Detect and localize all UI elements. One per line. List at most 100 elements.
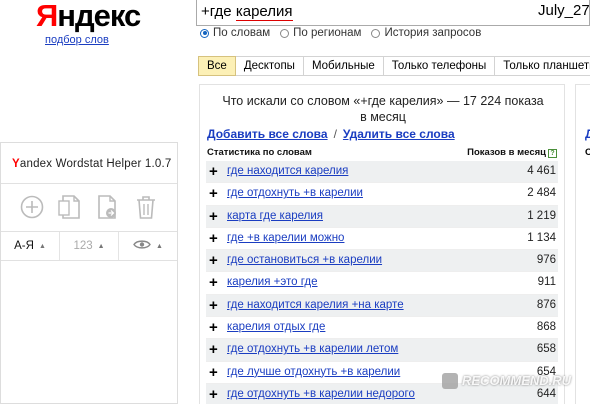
impressions-count: 976 <box>536 254 556 267</box>
watermark-icon <box>442 373 458 389</box>
table-row: + карта где карелия 1 219 <box>206 205 558 228</box>
impressions-count: 4 461 <box>527 165 556 177</box>
add-keyword-icon[interactable]: + <box>209 297 218 314</box>
yandex-logo[interactable]: Яндекс <box>36 0 141 34</box>
radio-query-history[interactable]: История запросов <box>371 26 481 40</box>
trash-icon[interactable] <box>133 193 159 221</box>
add-circle-icon[interactable] <box>19 193 45 221</box>
table-header: Статистика по словам Показов в месяц? <box>207 147 557 158</box>
tab-phones-only[interactable]: Только телефоны <box>383 56 496 76</box>
keyword-link[interactable]: карелия +это где <box>227 276 318 288</box>
impressions-count: 644 <box>536 387 556 400</box>
bulk-actions: Добавить все слова / Удалить все слова <box>207 127 455 141</box>
add-keyword-icon[interactable]: + <box>209 252 218 269</box>
keyword-link[interactable]: где остановиться +в карелии <box>227 254 382 266</box>
sort-arrow-icon: ▲ <box>156 242 163 250</box>
table-row: + где находится карелия +на карте 876 <box>206 294 558 318</box>
related-queries-panel: Д С <box>575 84 590 404</box>
sort-arrow-icon: ▲ <box>97 242 105 250</box>
keyword-table: + где находится карелия 4 461 + где отдохну… <box>206 161 558 404</box>
add-keyword-icon[interactable]: + <box>209 274 218 291</box>
results-panel: Что искали со словом «+где карелия» — 17… <box>199 84 565 404</box>
help-icon[interactable]: ? <box>548 149 557 158</box>
related-panel-header-cutoff: С <box>585 147 590 158</box>
keyword-link[interactable]: карелия отдых где <box>227 321 325 333</box>
tab-desktops[interactable]: Десктопы <box>235 56 304 76</box>
sort-alpha-label: А-Я <box>14 240 34 252</box>
search-input[interactable]: +где карелия <box>201 3 293 21</box>
sort-count-button[interactable]: 123 ▲ <box>60 232 119 260</box>
table-row: + где отдохнуть +в карелии 2 484 <box>206 183 558 206</box>
remove-all-words-link[interactable]: Удалить все слова <box>343 127 455 141</box>
tab-mobile[interactable]: Мобильные <box>303 56 384 76</box>
keyword-link[interactable]: где +в карелии можно <box>227 232 344 244</box>
table-row: + где остановиться +в карелии 976 <box>206 250 558 273</box>
col-keywords-header: Статистика по словам <box>207 147 312 158</box>
table-row: + карелия +это где 911 <box>206 272 558 295</box>
radio-dot <box>371 28 381 38</box>
keyword-link[interactable]: карта где карелия <box>227 210 323 222</box>
helper-title-first: Y <box>12 158 20 170</box>
related-panel-link-cutoff[interactable]: Д <box>585 127 590 141</box>
impressions-count: 911 <box>537 276 556 289</box>
add-keyword-icon[interactable]: + <box>209 364 218 381</box>
impressions-count: 2 484 <box>527 187 556 200</box>
col-count-header: Показов в месяц? <box>467 147 557 158</box>
table-row: + где отдохнуть +в карелии летом 658 <box>206 339 558 362</box>
table-row: + карелия отдых где 868 <box>206 317 558 340</box>
keyword-link[interactable]: где отдохнуть +в карелии недорого <box>227 388 415 400</box>
logo-first-letter: Я <box>36 0 58 33</box>
export-icon[interactable] <box>95 193 121 221</box>
copy-icon[interactable] <box>57 193 83 221</box>
radio-label: По словам <box>213 27 271 39</box>
wordstat-helper-panel: Yandex Wordstat Helper 1.0.7 А-Я ▲ 123 ▲ ▲ <box>0 142 178 404</box>
eye-icon <box>133 239 151 253</box>
keyword-link[interactable]: где находится карелия +на карте <box>227 299 404 311</box>
impressions-count: 876 <box>536 298 556 311</box>
helper-title: Yandex Wordstat Helper 1.0.7 <box>12 158 171 170</box>
add-keyword-icon[interactable]: + <box>209 208 218 225</box>
add-keyword-icon[interactable]: + <box>209 163 218 180</box>
add-keyword-icon[interactable]: + <box>209 185 218 202</box>
watermark: RECOMMEND.RU <box>462 373 572 388</box>
keyword-link[interactable]: где лучше отдохнуть +в карелии <box>227 366 400 378</box>
search-field[interactable]: +где карелия <box>196 0 590 26</box>
add-all-words-link[interactable]: Добавить все слова <box>207 127 328 141</box>
results-heading-line1: Что искали со словом «+где карелия» — 17… <box>222 94 544 108</box>
radio-by-regions[interactable]: По регионам <box>280 26 361 40</box>
radio-by-words[interactable]: По словам <box>200 26 270 40</box>
results-heading-line2: в месяц <box>360 110 406 124</box>
radio-dot <box>200 28 209 38</box>
impressions-count: 868 <box>536 321 556 334</box>
keyword-link[interactable]: где отдохнуть +в карелии <box>227 187 363 199</box>
radio-label: История запросов <box>384 27 482 39</box>
keyword-link[interactable]: где отдохнуть +в карелии летом <box>227 343 398 355</box>
add-keyword-icon[interactable]: + <box>209 386 218 403</box>
keyword-link[interactable]: где находится карелия <box>227 165 348 177</box>
impressions-count: 1 219 <box>527 209 556 222</box>
helper-sort-bar: А-Я ▲ 123 ▲ ▲ <box>1 231 177 261</box>
tab-tablets-only[interactable]: Только планшеты <box>495 56 590 76</box>
device-tabs: Все Десктопы Мобильные Только телефоны Т… <box>198 56 590 76</box>
col-count-label: Показов в месяц <box>467 147 546 158</box>
radio-dot <box>280 28 290 38</box>
add-keyword-icon[interactable]: + <box>209 230 218 247</box>
impressions-count: 1 134 <box>527 231 556 244</box>
table-row: + где +в карелии можно 1 134 <box>206 228 558 251</box>
wordstat-link[interactable]: подбор слов <box>45 34 109 46</box>
sort-visibility-button[interactable]: ▲ <box>119 232 177 260</box>
divider <box>1 183 177 184</box>
add-keyword-icon[interactable]: + <box>209 319 218 336</box>
search-mode-radios: По словам По регионам История запросов <box>200 26 491 40</box>
sort-alpha-button[interactable]: А-Я ▲ <box>1 232 60 260</box>
separator: / <box>333 127 337 141</box>
date-label: July_27 <box>538 2 590 19</box>
tab-all[interactable]: Все <box>198 56 236 76</box>
add-keyword-icon[interactable]: + <box>209 341 218 358</box>
sort-count-label: 123 <box>73 240 93 252</box>
table-row: + где находится карелия 4 461 <box>206 161 558 184</box>
results-heading: Что искали со словом «+где карелия» — 17… <box>200 93 566 125</box>
search-query-prefix: +где <box>201 3 236 20</box>
helper-title-rest: andex Wordstat Helper 1.0.7 <box>19 158 172 170</box>
search-query-word: карелия <box>235 3 293 21</box>
